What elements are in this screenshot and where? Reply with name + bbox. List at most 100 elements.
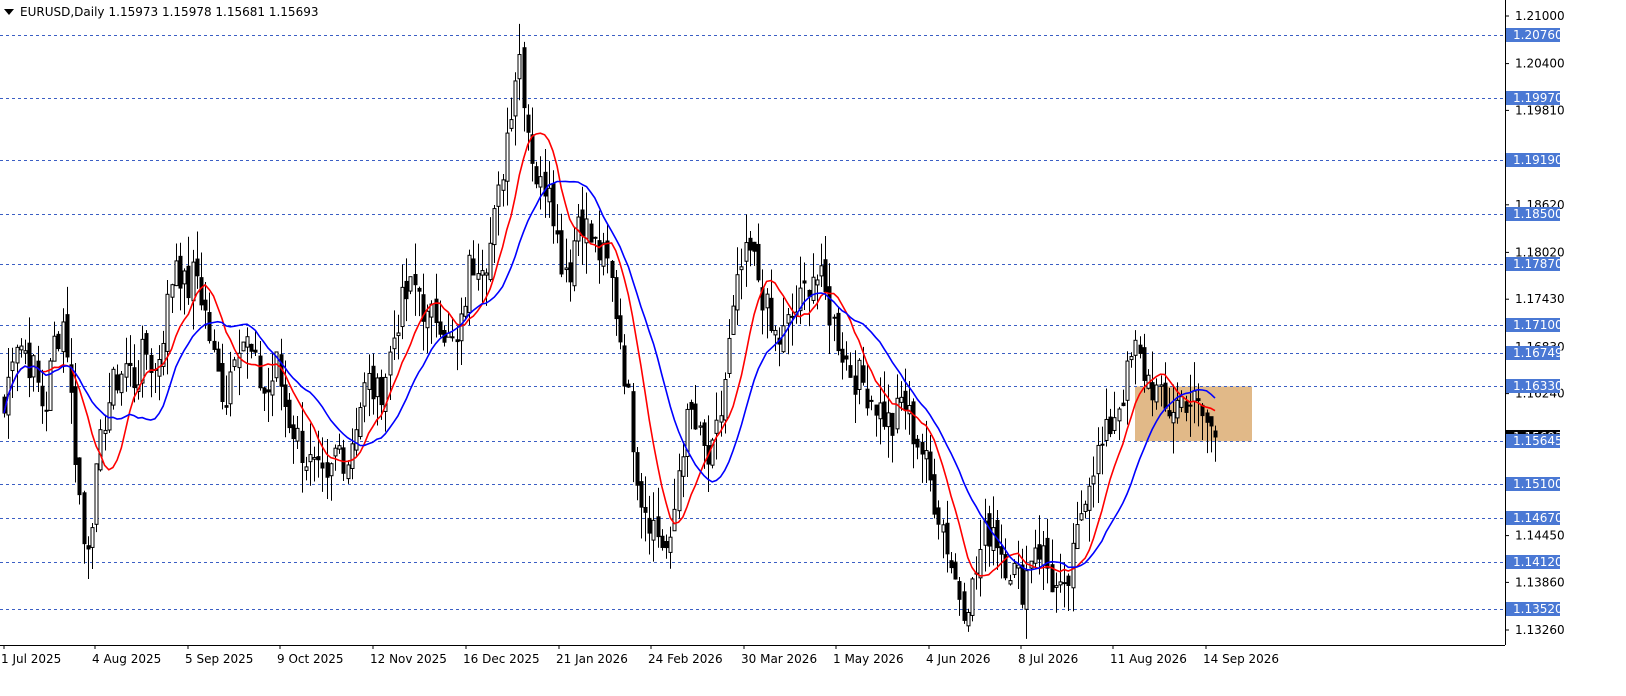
candle-body — [660, 535, 665, 548]
candle-body — [1117, 408, 1122, 422]
candle-body — [861, 365, 866, 383]
candle-body — [178, 255, 183, 289]
candle-body — [455, 339, 460, 343]
candle-body — [216, 348, 221, 372]
candle-body — [568, 262, 573, 283]
candle-body — [1154, 384, 1159, 403]
time-tick-label: 24 Feb 2026 — [648, 652, 723, 666]
candle-body — [354, 429, 359, 451]
candle-body — [903, 390, 908, 411]
candle-body — [559, 230, 564, 275]
level-label-text: 1.20760 — [1513, 28, 1563, 42]
candle-body — [597, 240, 602, 261]
candle-body — [957, 581, 962, 600]
candle-body — [124, 363, 129, 378]
candle-body — [19, 345, 24, 351]
candle-body — [1083, 503, 1088, 512]
candle-body — [1071, 542, 1076, 589]
candle-body — [425, 310, 430, 329]
candle-body — [463, 305, 468, 317]
candle-body — [262, 387, 267, 394]
candle-body — [450, 336, 455, 339]
candle-body — [970, 578, 975, 616]
candle-body — [132, 367, 137, 389]
candle-body — [312, 457, 317, 460]
candle-body — [526, 114, 531, 133]
dropdown-triangle-icon[interactable] — [4, 9, 14, 15]
candle-body — [207, 312, 212, 342]
candle-body — [1159, 384, 1164, 387]
candle-body — [396, 332, 401, 337]
chart-root[interactable]: 1.21000 1.20400 1.19810 1.18620 1.18020 1.174… — [0, 0, 1626, 696]
candle-body — [815, 279, 820, 286]
candle-body — [752, 241, 757, 252]
candle-body — [832, 316, 837, 319]
candle-body — [517, 54, 522, 80]
candle-body — [258, 355, 263, 389]
candle-body — [1024, 570, 1029, 610]
price-tick-label: 1.13260 — [1515, 623, 1565, 637]
candle-body — [375, 377, 380, 398]
time-tick-label: 30 Mar 2026 — [741, 652, 817, 666]
candle-body — [119, 373, 124, 394]
candle-body — [492, 208, 497, 246]
candle-body — [1096, 444, 1101, 475]
candle-body — [224, 405, 229, 408]
candle-body — [555, 230, 560, 235]
candle-body — [1112, 417, 1117, 431]
candle-body — [748, 237, 753, 251]
candle-body — [195, 258, 200, 277]
candle-body — [739, 266, 744, 271]
time-tick-label: 11 Aug 2026 — [1110, 652, 1187, 666]
price-tick-label: 1.13860 — [1515, 575, 1565, 589]
candle-body — [300, 430, 305, 463]
candle-body — [1079, 513, 1084, 521]
price-tick-label: 1.14450 — [1515, 529, 1565, 543]
price-tick-label: 1.17430 — [1515, 292, 1565, 306]
time-tick-label: 9 Oct 2025 — [277, 652, 344, 666]
candle-body — [501, 179, 506, 191]
price-chart[interactable]: 1.210001.204001.198101.186201.180201.174… — [0, 0, 1626, 696]
candle-body — [857, 359, 862, 390]
time-tick-label: 5 Sep 2025 — [185, 652, 253, 666]
candle-body — [551, 183, 556, 227]
candle-body — [128, 362, 133, 366]
level-label-text: 1.19970 — [1513, 91, 1563, 105]
candle-body — [1192, 390, 1197, 402]
candle-body — [522, 47, 527, 109]
candle-body — [1167, 410, 1172, 417]
candle-body — [962, 591, 967, 621]
candle-body — [1008, 580, 1013, 585]
candle-body — [191, 261, 196, 302]
symbol-label: EURUSD,Daily — [20, 5, 105, 19]
candle-body — [379, 376, 384, 406]
level-label-text: 1.17100 — [1513, 318, 1563, 332]
candle-body — [924, 450, 929, 460]
candle-body — [1125, 360, 1130, 401]
candle-body — [698, 425, 703, 428]
candle-body — [920, 441, 925, 455]
candle-body — [978, 548, 983, 579]
candle-body — [651, 519, 656, 541]
candle-body — [10, 361, 15, 372]
level-label-text: 1.14120 — [1513, 555, 1563, 569]
candle-body — [1184, 401, 1189, 413]
candle-body — [1171, 411, 1176, 424]
level-label-text: 1.19190 — [1513, 153, 1563, 167]
candle-body — [643, 506, 648, 513]
candle-body — [404, 280, 409, 300]
candle-body — [719, 415, 724, 423]
candle-body — [702, 422, 707, 446]
candle-body — [580, 209, 585, 236]
candle-body — [65, 314, 70, 358]
candle-body — [1163, 382, 1168, 409]
candle-body — [488, 242, 493, 281]
level-label-text: 1.18500 — [1513, 207, 1563, 221]
candle-body — [618, 315, 623, 343]
candle-body — [882, 401, 887, 427]
candle-body — [1179, 396, 1184, 408]
candle-body — [865, 388, 870, 409]
candle-body — [601, 242, 606, 267]
candle-body — [471, 258, 476, 276]
candle-body — [400, 286, 405, 328]
